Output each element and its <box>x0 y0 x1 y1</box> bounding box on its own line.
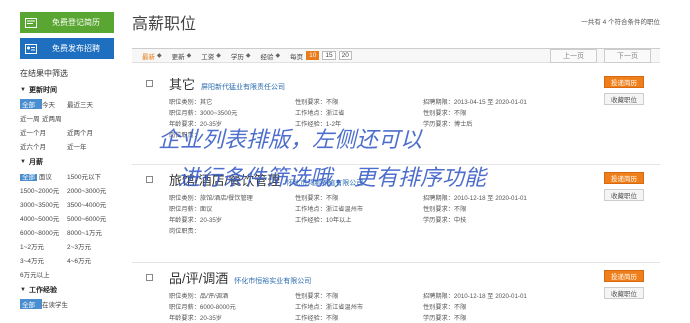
id-card-icon <box>20 38 42 59</box>
filter-option[interactable]: 8000~1万元 <box>67 227 114 237</box>
filter-section-title: 工作经验 <box>28 287 57 294</box>
per-page-15[interactable]: 15 <box>322 51 336 60</box>
filter-option[interactable]: 1~2万元 <box>20 241 67 251</box>
filter-option[interactable]: 在读学生 <box>42 299 102 309</box>
caret-down-icon: ▼ <box>20 87 26 93</box>
filter-section-title: 月薪 <box>28 159 43 166</box>
job-title[interactable]: 品/评/调酒 <box>169 268 228 287</box>
caret-down-icon: ▼ <box>20 287 26 293</box>
resume-icon <box>20 12 42 33</box>
sort-arrow-icon: ◆ <box>275 53 281 59</box>
filter-option[interactable]: 全部 <box>20 174 37 181</box>
filter-option[interactable]: 1500~2000元 <box>20 185 67 195</box>
register-resume-label: 免费登记简历 <box>52 18 100 27</box>
per-page: 每页 10 15 20 <box>290 51 352 61</box>
filter-option[interactable]: 4000~5000元 <box>20 213 67 223</box>
job-title[interactable]: 其它 <box>169 74 195 93</box>
job-details: 职位类别：品/评/调酒 性别要求：不限 招聘期限：2010-12-18 至 2020… <box>169 293 527 322</box>
register-resume-button[interactable]: 免费登记简历 <box>20 12 114 33</box>
filter-option[interactable]: 全部 <box>20 299 42 309</box>
main-content: 高薪职位 一共有 4 个符合条件的职位 最新 ◆ 更新 ◆ 工资 ◆ 学历 ◆ 经验 ◆ … <box>132 10 660 322</box>
annotation-line-2: 进行条件筛选哦，更有排序功能 <box>178 166 487 191</box>
filter-section-title: 更新时间 <box>28 87 57 94</box>
per-page-10[interactable]: 10 <box>306 51 320 60</box>
filter-option[interactable]: 3000~3500元 <box>20 199 67 209</box>
filter-update-time: ▼ 更新时间 全部 今天 最近三天 近一周 近两周 近一个月 近两个月 近六个月 … <box>20 85 114 151</box>
sidebar: 免费登记简历 免费发布招聘 在结果中筛选 ▼ 更新时间 全部 今天 最近三天 近一… <box>20 12 114 315</box>
sort-toolbar: 最新 ◆ 更新 ◆ 工资 ◆ 学历 ◆ 经验 ◆ 每页 10 15 20 上一页 下一页 <box>132 48 660 63</box>
filter-options: 全部 今天 最近三天 近一周 近两周 近一个月 近两个月 近六个月 近一年 <box>20 99 114 151</box>
filter-options: 全部 在读学生 <box>20 299 114 309</box>
caret-down-icon: ▼ <box>20 159 26 165</box>
job-details: 职位类别：旅馆/酒店/餐饮管理 性别要求：不限 招聘期限：2010-12-18 至 … <box>169 195 527 235</box>
filter-option[interactable]: 最近三天 <box>67 99 102 109</box>
favorite-button[interactable]: 收藏职位 <box>604 189 644 201</box>
sort-arrow-icon: ◆ <box>157 53 162 59</box>
filter-option[interactable]: 近一年 <box>67 141 102 151</box>
filter-option[interactable]: 5000~6000元 <box>67 213 114 223</box>
filter-option[interactable]: 3500~4000元 <box>67 199 114 209</box>
company-link[interactable]: 怀化市恒裕实业有限公司 <box>234 276 311 286</box>
result-count: 一共有 4 个符合条件的职位 <box>581 19 660 26</box>
filter-title: 在结果中筛选 <box>20 69 68 78</box>
filter-options: 全部 面议 1500元以下 1500~2000元 2000~3000元 3000… <box>20 171 114 279</box>
favorite-button[interactable]: 收藏职位 <box>604 93 644 105</box>
sort-experience[interactable]: 经验 ◆ <box>261 51 281 61</box>
job-checkbox[interactable] <box>146 80 153 87</box>
sort-education[interactable]: 学历 ◆ <box>231 51 251 61</box>
apply-button[interactable]: 投递简历 <box>604 172 644 184</box>
sort-salary[interactable]: 工资 ◆ <box>201 51 221 61</box>
filter-option[interactable]: 今天 <box>42 99 67 109</box>
apply-button[interactable]: 投递简历 <box>604 270 644 282</box>
annotation-line-1: 企业列表排版，左侧还可以 <box>158 128 423 153</box>
filter-option[interactable]: 近两周 <box>42 113 67 123</box>
next-page-button[interactable]: 下一页 <box>604 49 651 63</box>
filter-option[interactable]: 6000~8000元 <box>20 227 67 237</box>
favorite-button[interactable]: 收藏职位 <box>604 287 644 299</box>
sort-latest[interactable]: 最新 ◆ <box>142 51 162 61</box>
sort-arrow-icon: ◆ <box>245 53 251 59</box>
apply-button[interactable]: 投递简历 <box>604 76 644 88</box>
job-checkbox[interactable] <box>146 176 153 183</box>
filter-option[interactable]: 4~6万元 <box>67 255 114 265</box>
filter-option[interactable]: 2000~3000元 <box>67 185 114 195</box>
post-job-button[interactable]: 免费发布招聘 <box>20 38 114 59</box>
filter-option[interactable]: 近一周 <box>20 113 42 123</box>
filter-salary: ▼ 月薪 全部 面议 1500元以下 1500~2000元 2000~3000元 … <box>20 157 114 279</box>
filter-option[interactable]: 面议 <box>39 174 52 181</box>
filter-option[interactable]: 3~4万元 <box>20 255 67 265</box>
per-page-20[interactable]: 20 <box>338 51 352 60</box>
filter-option[interactable]: 近两个月 <box>67 127 102 137</box>
filter-option[interactable]: 2~3万元 <box>67 241 114 251</box>
company-link[interactable]: 屏阳新代猛业有限责任公司 <box>201 82 285 92</box>
filter-option[interactable]: 近六个月 <box>20 141 67 151</box>
filter-option[interactable]: 近一个月 <box>20 127 67 137</box>
post-job-label: 免费发布招聘 <box>52 44 100 53</box>
filter-option[interactable]: 1500元以下 <box>67 171 114 181</box>
prev-page-button[interactable]: 上一页 <box>550 49 597 63</box>
filter-option[interactable]: 全部 <box>20 99 42 109</box>
sort-arrow-icon: ◆ <box>186 53 192 59</box>
per-page-label: 每页 <box>290 53 304 61</box>
job-checkbox[interactable] <box>146 274 153 281</box>
sort-arrow-icon: ◆ <box>216 53 221 59</box>
sort-updated[interactable]: 更新 ◆ <box>172 51 192 61</box>
filter-option[interactable]: 6万元以上 <box>20 269 67 279</box>
filter-experience: ▼ 工作经验 全部 在读学生 <box>20 285 114 309</box>
